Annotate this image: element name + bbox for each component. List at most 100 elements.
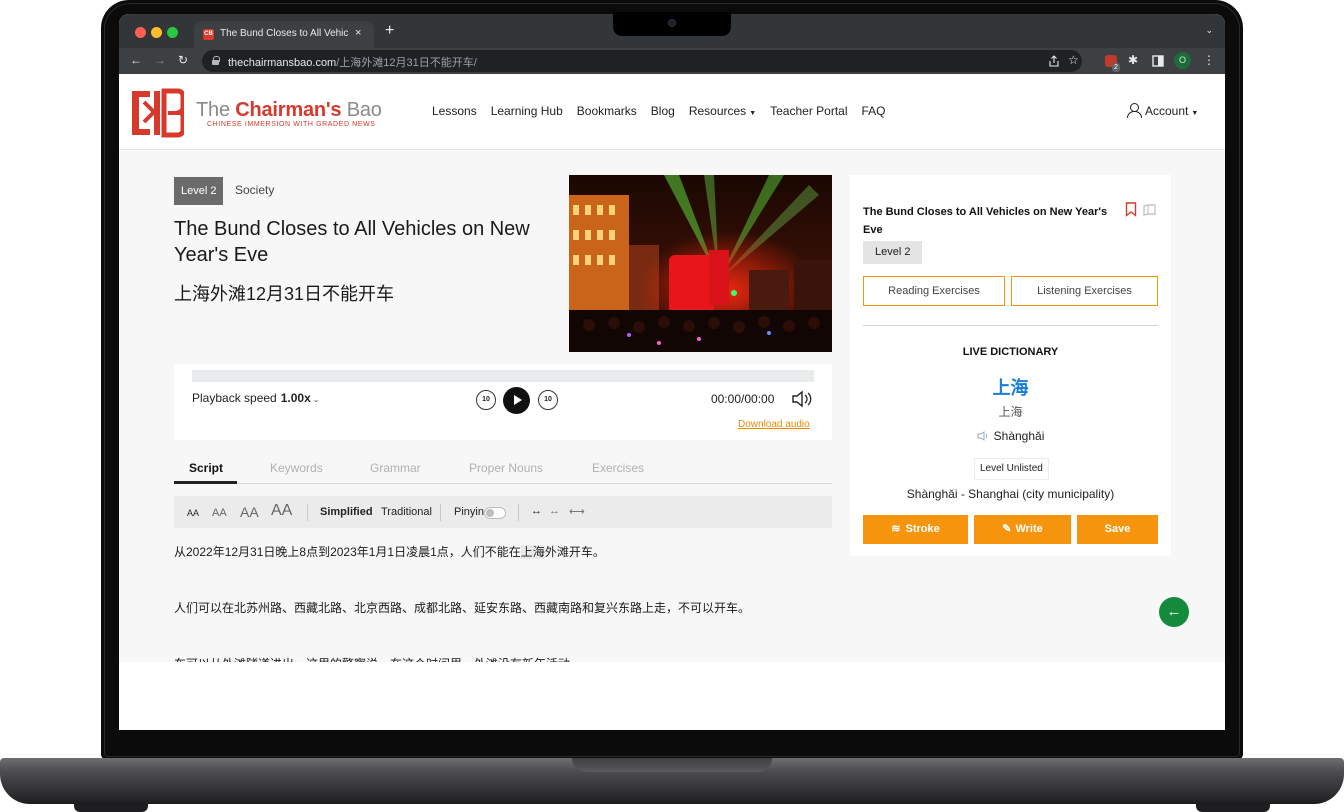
nav-resources[interactable]: Resources ▼ bbox=[689, 104, 756, 118]
rewind-10-icon[interactable]: 10 bbox=[476, 390, 496, 410]
dictionary-pinyin: Shànghǎi bbox=[993, 429, 1045, 443]
brand-the: The bbox=[196, 99, 236, 121]
stroke-label: Stroke bbox=[905, 523, 940, 535]
camera-icon bbox=[668, 19, 676, 27]
laptop-foot-left bbox=[74, 802, 148, 812]
speaker-icon[interactable] bbox=[977, 431, 989, 441]
width-medium-icon[interactable]: ↔ bbox=[549, 505, 560, 517]
new-tab-button[interactable]: + bbox=[385, 23, 394, 39]
share-icon[interactable] bbox=[1048, 55, 1060, 67]
browser-menu-icon[interactable]: ⋮ bbox=[1203, 53, 1215, 67]
tab-search-chevron-icon[interactable]: ⌄ bbox=[1205, 25, 1213, 36]
article-category[interactable]: Society bbox=[235, 183, 274, 197]
tab-script[interactable]: Script bbox=[189, 461, 223, 475]
side-panel-icon[interactable] bbox=[1152, 55, 1164, 67]
width-narrow-icon[interactable]: ↔ bbox=[531, 505, 542, 517]
dictionary-pinyin-row: Shànghǎi bbox=[850, 429, 1171, 443]
minimize-window-button[interactable] bbox=[151, 27, 162, 38]
nav-resources-label: Resources bbox=[688, 104, 747, 118]
divider bbox=[440, 504, 441, 521]
laptop-foot-right bbox=[1196, 802, 1270, 812]
width-wide-icon[interactable]: ⟷ bbox=[569, 505, 585, 518]
lesson-tabs: Script Keywords Grammar Proper Nouns Exe… bbox=[174, 451, 832, 484]
playback-time: 00:00/00:00 bbox=[711, 392, 775, 406]
dictionary-definition: Shànghǎi - Shanghai (city municipality) bbox=[906, 487, 1115, 501]
font-size-medium[interactable]: AA bbox=[240, 504, 259, 520]
download-audio-link[interactable]: Download audio bbox=[738, 419, 810, 430]
nav-blog[interactable]: Blog bbox=[651, 104, 675, 118]
browser-toolbar: ← → ↻ thechairmansbao.com/上海外滩12月31日不能开车… bbox=[119, 48, 1225, 74]
brand-title[interactable]: The Chairman's Bao bbox=[196, 99, 382, 122]
profile-avatar[interactable]: O bbox=[1174, 52, 1191, 69]
bookmark-icon[interactable] bbox=[1125, 202, 1137, 217]
chairmans-bao-logo-icon[interactable] bbox=[130, 88, 184, 138]
lesson-side-panel: The Bund Closes to All Vehicles on New Y… bbox=[850, 175, 1171, 556]
pinyin-label: Pinyin bbox=[454, 506, 484, 518]
url-text: thechairmansbao.com/上海外滩12月31日不能开车/ bbox=[228, 54, 477, 70]
brand-subtitle: CHINESE IMMERSION WITH GRADED NEWS bbox=[207, 121, 376, 128]
forward-arrow-icon[interactable]: → bbox=[154, 53, 166, 67]
tab-title: The Bund Closes to All Vehicle bbox=[220, 28, 348, 39]
divider bbox=[863, 325, 1158, 326]
write-button[interactable]: ✎ Write bbox=[974, 515, 1071, 544]
play-button[interactable] bbox=[503, 387, 530, 414]
dictionary-word: 上海 bbox=[992, 378, 1029, 398]
camera-notch bbox=[613, 12, 731, 36]
dictionary-level-badge: Level Unlisted bbox=[974, 458, 1049, 480]
tab-keywords[interactable]: Keywords bbox=[270, 461, 323, 475]
bookmark-star-icon[interactable]: ☆ bbox=[1068, 53, 1079, 67]
back-arrow-icon[interactable]: ← bbox=[130, 53, 142, 67]
zoom-window-button[interactable] bbox=[167, 27, 178, 38]
reading-exercises-button[interactable]: Reading Exercises bbox=[863, 276, 1005, 306]
extension-badge: 2 bbox=[1112, 63, 1120, 72]
traditional-option[interactable]: Traditional bbox=[381, 506, 432, 518]
font-size-large[interactable]: AA bbox=[271, 502, 292, 520]
listening-exercises-button[interactable]: Listening Exercises bbox=[1011, 276, 1158, 306]
stroke-button[interactable]: ≋ Stroke bbox=[863, 515, 968, 544]
font-size-smallest[interactable]: AA bbox=[187, 508, 199, 518]
reload-icon[interactable]: ↻ bbox=[178, 53, 188, 67]
simplified-option[interactable]: Simplified bbox=[320, 506, 373, 518]
screen: CB The Bund Closes to All Vehicle × + ⌄ … bbox=[119, 14, 1225, 730]
playback-speed-label: Playback speed bbox=[192, 391, 277, 405]
script-text[interactable]: 从2022年12月31日晚上8点到2023年1月1日凌晨1点，人们不能在 bbox=[174, 545, 521, 559]
tab-exercises[interactable]: Exercises bbox=[592, 461, 644, 475]
volume-icon[interactable] bbox=[791, 390, 813, 408]
write-label: Write bbox=[1015, 523, 1043, 535]
live-dictionary-heading: LIVE DICTIONARY bbox=[962, 346, 1059, 358]
close-window-button[interactable] bbox=[135, 27, 146, 38]
pinyin-toggle[interactable] bbox=[484, 507, 506, 519]
divider bbox=[518, 504, 519, 521]
nav-teacher-portal[interactable]: Teacher Portal bbox=[770, 104, 847, 118]
account-label: Account bbox=[1145, 104, 1189, 118]
selected-word[interactable]: 上海 bbox=[520, 545, 545, 559]
tab-grammar[interactable]: Grammar bbox=[370, 461, 421, 475]
address-bar[interactable]: thechairmansbao.com/上海外滩12月31日不能开车/ ☆ bbox=[202, 50, 1082, 72]
nav-faq[interactable]: FAQ bbox=[862, 104, 886, 118]
script-text[interactable]: 外滩开车。 bbox=[545, 545, 605, 559]
brand-bao: Bao bbox=[341, 99, 382, 121]
script-paragraph-1: 从2022年12月31日晚上8点到2023年1月1日凌晨1点，人们不能在上海外滩… bbox=[174, 543, 605, 560]
audio-progress-bar[interactable] bbox=[192, 370, 814, 382]
browser-tab-active[interactable]: CB The Bund Closes to All Vehicle × bbox=[194, 21, 374, 48]
nav-bookmarks[interactable]: Bookmarks bbox=[577, 104, 637, 118]
stroke-icon: ≋ bbox=[891, 523, 901, 535]
font-size-small[interactable]: AA bbox=[212, 507, 227, 519]
nav-lessons[interactable]: Lessons bbox=[432, 104, 477, 118]
tab-proper-nouns[interactable]: Proper Nouns bbox=[469, 461, 543, 475]
back-to-top-arrow-icon[interactable]: ← bbox=[1159, 597, 1189, 627]
book-icon[interactable] bbox=[1143, 204, 1157, 216]
playback-speed-control[interactable]: Playback speed 1.00x ⌄ bbox=[192, 391, 319, 405]
account-menu[interactable]: Account ▼ bbox=[1127, 103, 1198, 118]
pencil-icon: ✎ bbox=[1002, 523, 1012, 535]
close-tab-icon[interactable]: × bbox=[355, 27, 361, 39]
nav-learning-hub[interactable]: Learning Hub bbox=[491, 104, 563, 118]
divider bbox=[307, 504, 308, 521]
active-tab-indicator bbox=[174, 481, 237, 484]
forward-10-icon[interactable]: 10 bbox=[538, 390, 558, 410]
script-paragraph-2[interactable]: 人们可以在北苏州路、西藏北路、北京西路、成都北路、延安东路、西藏南路和复兴东路上… bbox=[174, 599, 750, 616]
extensions-puzzle-icon[interactable]: ✱ bbox=[1128, 53, 1138, 67]
save-button[interactable]: Save bbox=[1077, 515, 1158, 544]
user-icon bbox=[1127, 103, 1142, 118]
article-level-badge[interactable]: Level 2 bbox=[174, 177, 224, 205]
